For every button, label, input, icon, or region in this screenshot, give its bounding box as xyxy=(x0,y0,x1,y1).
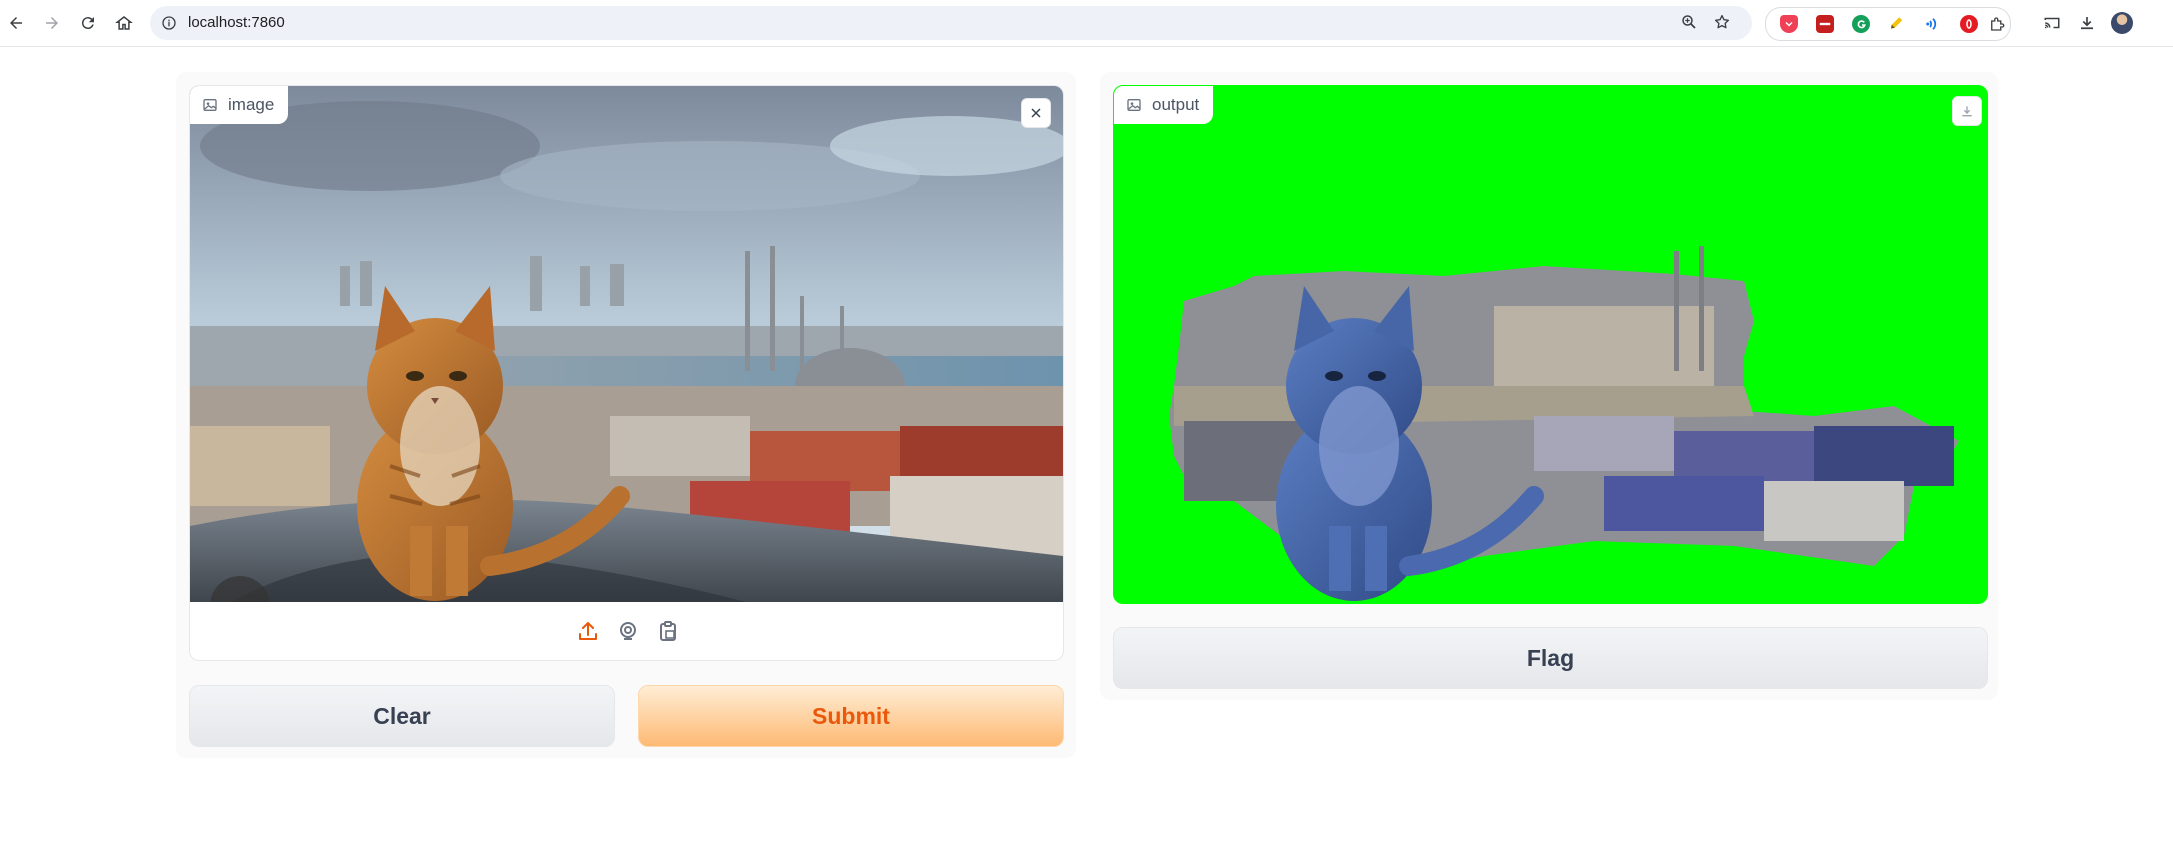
address-bar[interactable]: localhost:7860 xyxy=(150,6,1752,40)
highlighter-icon[interactable] xyxy=(1888,15,1906,33)
url-text: localhost:7860 xyxy=(188,14,285,31)
forward-arrow-icon xyxy=(46,17,58,29)
home-icon xyxy=(115,16,133,30)
reload-icon xyxy=(81,17,94,30)
clear-button[interactable]: Clear xyxy=(189,685,615,747)
avatar[interactable] xyxy=(2111,12,2133,34)
image-icon xyxy=(203,99,217,111)
site-info-icon[interactable] xyxy=(158,12,180,34)
upload-source-button[interactable] xyxy=(574,617,602,645)
output-image-container: output xyxy=(1113,85,1988,604)
image-source-bar xyxy=(189,602,1064,661)
download-icon xyxy=(1962,106,1972,117)
output-image-label: output xyxy=(1114,86,1214,124)
input-image-label-text: image xyxy=(228,95,275,114)
pocket-icon[interactable] xyxy=(1780,15,1798,33)
red-extension-icon[interactable] xyxy=(1816,15,1834,33)
upload-icon xyxy=(579,622,597,640)
forward-button[interactable] xyxy=(38,9,66,37)
webcam-source-button[interactable] xyxy=(614,617,642,645)
clipboard-source-button[interactable] xyxy=(654,617,682,645)
webcam-icon xyxy=(620,622,636,640)
zoom-icon[interactable] xyxy=(1680,13,1700,33)
cast-icon xyxy=(2044,17,2060,29)
home-button[interactable] xyxy=(110,9,138,37)
input-image-label: image xyxy=(190,86,289,124)
download-icon xyxy=(2081,17,2093,30)
close-icon xyxy=(1031,108,1041,118)
image-icon xyxy=(1127,99,1141,111)
browser-toolbar: localhost:7860 xyxy=(0,0,2173,47)
clear-image-button[interactable] xyxy=(1021,98,1051,128)
flag-button[interactable]: Flag xyxy=(1113,627,1988,689)
puzzle-icon[interactable] xyxy=(1988,15,2006,33)
grammarly-icon[interactable] xyxy=(1852,15,1870,33)
star-icon[interactable] xyxy=(1713,13,1733,33)
cast-button[interactable] xyxy=(2038,9,2066,37)
audio-extension-icon[interactable] xyxy=(1924,15,1942,33)
opera-icon[interactable] xyxy=(1960,15,1978,33)
downloads-button[interactable] xyxy=(2073,9,2101,37)
reload-button[interactable] xyxy=(74,9,102,37)
back-arrow-icon xyxy=(10,17,22,29)
submit-button[interactable]: Submit xyxy=(638,685,1064,747)
output-image-label-text: output xyxy=(1152,95,1200,114)
back-button[interactable] xyxy=(2,9,30,37)
cat-istanbul-photo xyxy=(190,86,1063,603)
download-output-button[interactable] xyxy=(1952,96,1982,126)
input-image-container[interactable]: image xyxy=(189,85,1064,603)
segmented-output-image xyxy=(1169,246,1959,601)
extensions-group xyxy=(1765,7,2011,41)
clipboard-icon xyxy=(660,621,676,641)
